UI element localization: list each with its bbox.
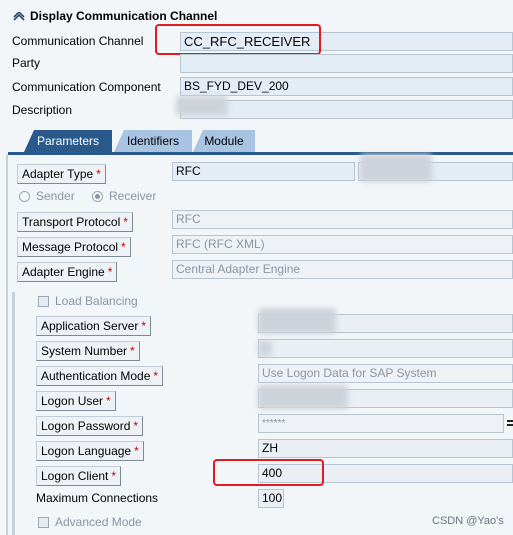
description-label: Description — [12, 103, 73, 117]
tab-identifiers[interactable]: Identifiers — [114, 130, 192, 152]
window-title: Display Communication Channel — [30, 9, 218, 23]
logon-language-field[interactable]: ZH — [258, 439, 513, 458]
message-protocol-label: Message Protocol * — [17, 237, 131, 257]
description-field[interactable] — [180, 100, 513, 119]
logon-language-label: Logon Language * — [36, 441, 144, 461]
tab-strip-line — [8, 152, 513, 155]
channel-label: Communication Channel — [12, 34, 144, 48]
logon-password-label: Logon Password * — [36, 416, 144, 436]
component-label: Communication Component — [12, 80, 161, 94]
max-connections-field[interactable]: 100 — [258, 489, 284, 508]
redacted-logon-user — [258, 385, 348, 409]
collapse-icon[interactable] — [13, 10, 25, 21]
sender-label: Sender — [36, 189, 75, 203]
advanced-mode-label: Advanced Mode — [55, 515, 142, 529]
authentication-mode-field[interactable]: Use Logon Data for SAP System — [258, 364, 513, 383]
system-number-label: System Number * — [36, 341, 140, 361]
watermark: CSDN @Yao's — [432, 515, 504, 527]
redacted-app-server — [258, 308, 336, 334]
party-field[interactable] — [180, 54, 513, 73]
adapter-type-field[interactable]: RFC — [172, 162, 355, 181]
logon-user-label: Logon User * — [36, 391, 116, 411]
load-balancing-checkbox[interactable] — [38, 296, 49, 307]
advanced-mode-checkbox[interactable] — [38, 517, 49, 528]
sender-radio[interactable] — [19, 191, 30, 202]
authentication-mode-label: Authentication Mode * — [36, 366, 164, 386]
transport-protocol-field[interactable]: RFC — [172, 210, 513, 229]
adapter-engine-field[interactable]: Central Adapter Engine — [172, 260, 513, 279]
redacted-namespace — [360, 154, 432, 182]
adapter-engine-label: Adapter Engine * — [17, 262, 118, 282]
party-label: Party — [12, 56, 41, 70]
tab-parameters[interactable]: Parameters — [24, 130, 112, 152]
max-connections-label: Maximum Connections — [36, 491, 159, 505]
redacted-description — [176, 96, 228, 116]
highlight-channel — [155, 24, 321, 55]
highlight-logon-client — [213, 459, 324, 486]
logon-password-field[interactable]: ****** — [258, 414, 504, 433]
section-left-border — [12, 292, 15, 535]
component-field[interactable]: BS_FYD_DEV_200 — [180, 77, 513, 96]
panel-left-border — [6, 155, 8, 535]
transport-protocol-label: Transport Protocol * — [17, 212, 133, 232]
receiver-label: Receiver — [109, 189, 157, 203]
message-protocol-field[interactable]: RFC (RFC XML) — [172, 235, 513, 254]
redacted-system-number — [258, 341, 272, 356]
receiver-radio[interactable] — [92, 191, 103, 202]
password-edit-icon[interactable] — [507, 417, 513, 429]
system-number-field[interactable] — [258, 339, 513, 358]
logon-client-label: Logon Client * — [36, 466, 122, 486]
load-balancing-label: Load Balancing — [55, 294, 138, 308]
tab-module[interactable]: Module — [193, 130, 255, 152]
adapter-type-label: Adapter Type * — [17, 164, 106, 184]
application-server-label: Application Server * — [36, 316, 152, 336]
